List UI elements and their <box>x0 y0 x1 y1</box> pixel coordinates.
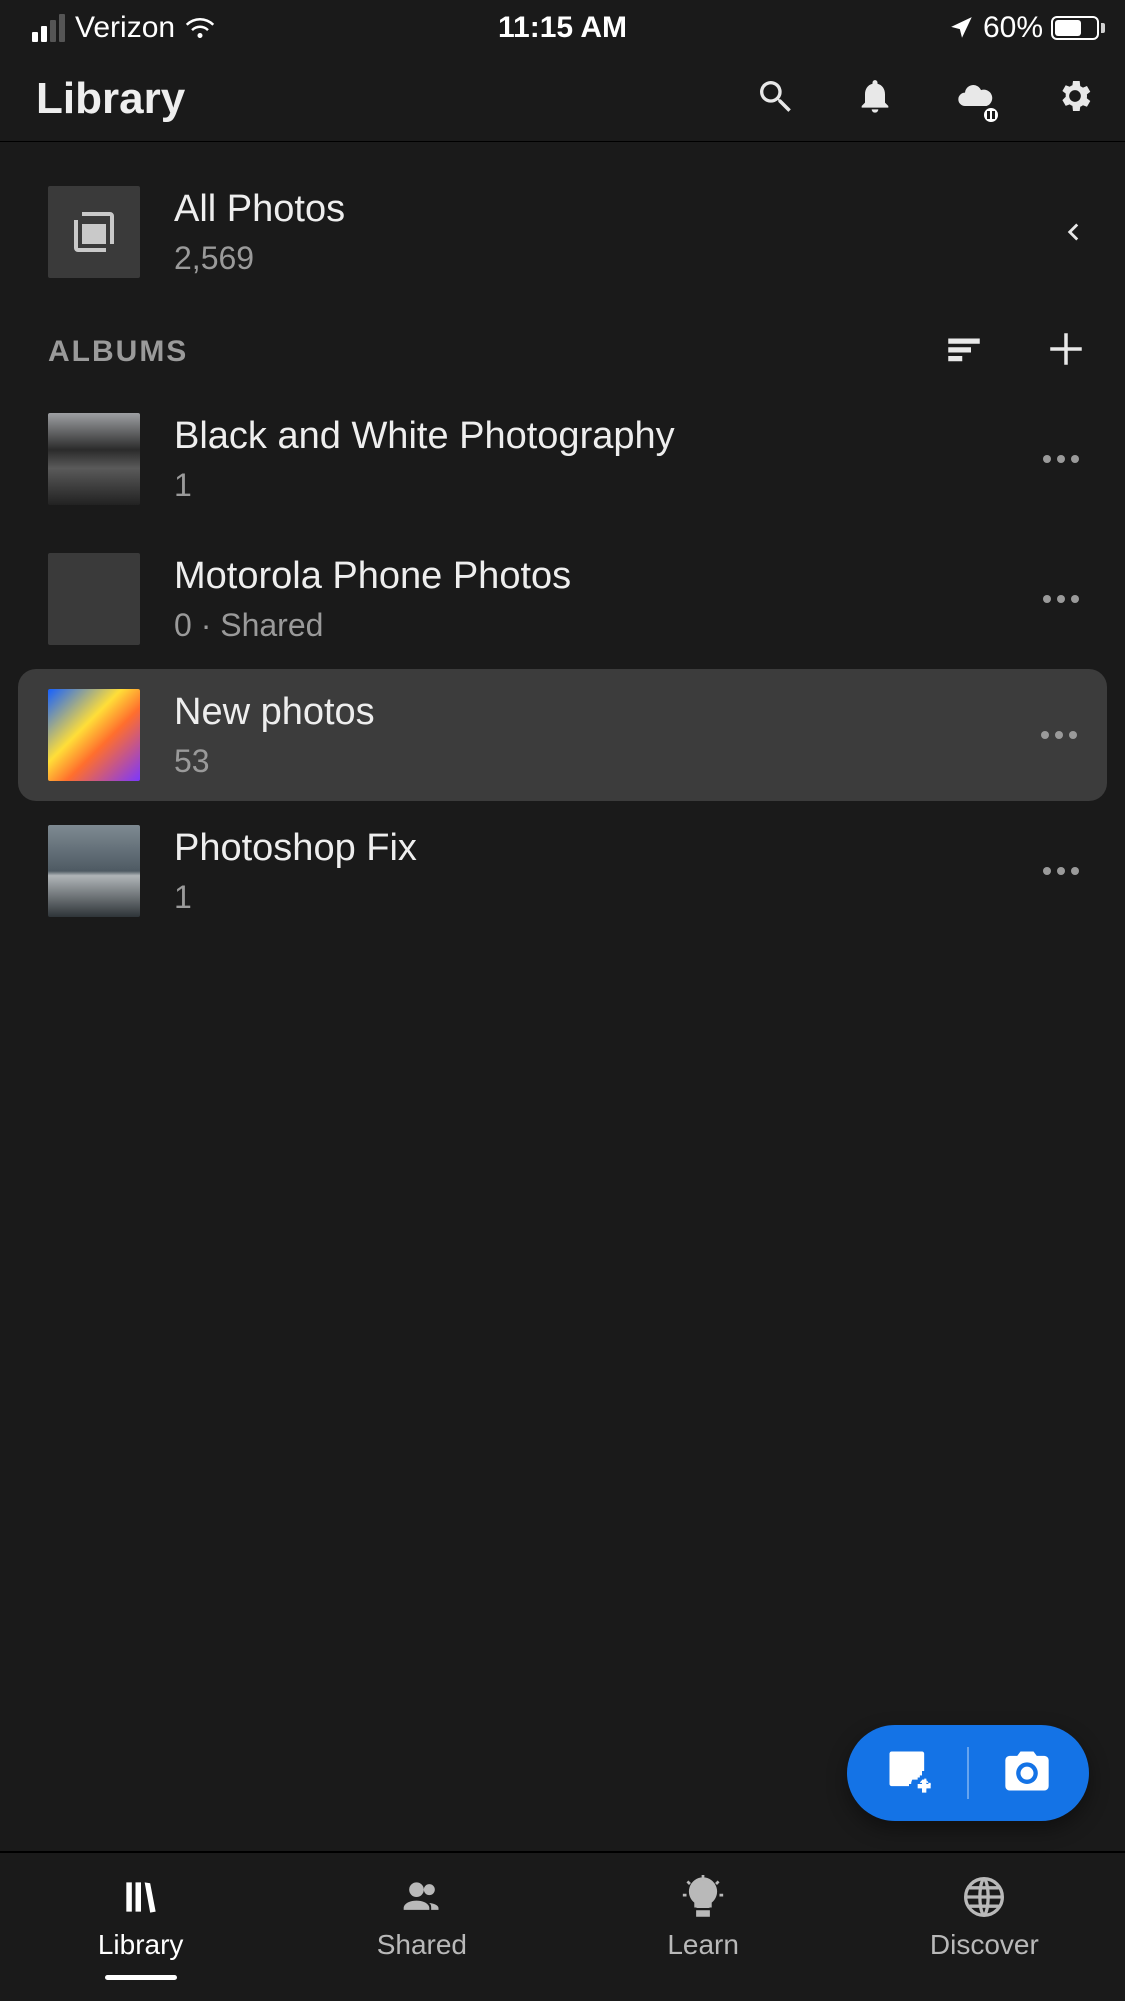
album-thumb <box>48 553 140 645</box>
bell-icon <box>855 76 895 116</box>
people-icon <box>400 1875 444 1919</box>
search-button[interactable] <box>755 76 795 121</box>
pause-badge-icon <box>981 105 1001 125</box>
gear-icon <box>1055 76 1095 116</box>
album-subtitle: 53 <box>174 743 1031 780</box>
battery-icon <box>1051 16 1105 40</box>
tab-label: Shared <box>377 1929 467 1961</box>
wifi-icon <box>185 13 215 43</box>
album-more-button[interactable] <box>1033 447 1089 471</box>
album-row[interactable]: Black and White Photography 1 <box>0 389 1125 529</box>
image-stack-icon <box>70 208 118 256</box>
all-photos-thumb <box>48 186 140 278</box>
carrier-label: Verizon <box>75 11 175 45</box>
album-more-button[interactable] <box>1033 859 1089 883</box>
album-title: New photos <box>174 690 1031 736</box>
tab-learn[interactable]: Learn <box>563 1853 844 2001</box>
album-thumb <box>48 689 140 781</box>
album-title: Black and White Photography <box>174 414 1033 460</box>
albums-section-header: ALBUMS <box>0 314 1125 389</box>
all-photos-title: All Photos <box>174 187 1055 233</box>
tab-underline <box>105 1975 177 1980</box>
tab-shared[interactable]: Shared <box>281 1853 562 2001</box>
import-from-gallery-button[interactable] <box>883 1745 935 1802</box>
album-subtitle: 0 · Shared <box>174 607 1033 644</box>
tab-label: Discover <box>930 1929 1039 1961</box>
lightbulb-icon <box>681 1875 725 1919</box>
album-subtitle: 1 <box>174 879 1033 916</box>
sort-button[interactable] <box>943 328 985 375</box>
album-thumb <box>48 413 140 505</box>
album-more-button[interactable] <box>1033 587 1089 611</box>
clock: 11:15 AM <box>498 11 627 45</box>
album-row[interactable]: Photoshop Fix 1 <box>0 801 1125 941</box>
all-photos-row[interactable]: All Photos 2,569 <box>0 142 1125 314</box>
library-icon <box>119 1875 163 1919</box>
location-icon <box>949 15 975 41</box>
sort-icon <box>943 328 985 370</box>
battery-pct: 60% <box>983 11 1043 45</box>
tab-discover[interactable]: Discover <box>844 1853 1125 2001</box>
cloud-sync-button[interactable] <box>955 76 995 121</box>
camera-icon <box>1001 1745 1053 1797</box>
album-more-button[interactable] <box>1031 723 1087 747</box>
notifications-button[interactable] <box>855 76 895 121</box>
globe-icon <box>962 1875 1006 1919</box>
fab-divider <box>967 1747 969 1799</box>
chevron-left-icon <box>1055 215 1089 249</box>
image-plus-icon <box>883 1745 935 1797</box>
album-title: Photoshop Fix <box>174 826 1033 872</box>
add-album-button[interactable] <box>1045 328 1087 375</box>
album-subtitle: 1 <box>174 467 1033 504</box>
all-photos-chevron[interactable] <box>1055 215 1089 249</box>
all-photos-count: 2,569 <box>174 240 1055 277</box>
tab-label: Learn <box>667 1929 739 1961</box>
album-row-selected[interactable]: New photos 53 <box>18 669 1107 801</box>
album-row[interactable]: Motorola Phone Photos 0 · Shared <box>0 529 1125 669</box>
tab-bar: Library Shared Learn Discover <box>0 1851 1125 2001</box>
app-header: Library <box>0 56 1125 142</box>
add-photos-fab <box>847 1725 1089 1821</box>
capture-camera-button[interactable] <box>1001 1745 1053 1802</box>
status-bar: Verizon 11:15 AM 60% <box>0 0 1125 56</box>
albums-section-title: ALBUMS <box>48 335 188 369</box>
search-icon <box>755 76 795 116</box>
tab-library[interactable]: Library <box>0 1853 281 2001</box>
signal-icon <box>32 14 65 42</box>
page-title: Library <box>36 74 185 124</box>
plus-icon <box>1045 328 1087 370</box>
album-thumb <box>48 825 140 917</box>
settings-button[interactable] <box>1055 76 1095 121</box>
status-left: Verizon <box>32 11 215 45</box>
tab-label: Library <box>98 1929 184 1961</box>
status-right: 60% <box>949 11 1105 45</box>
album-title: Motorola Phone Photos <box>174 554 1033 600</box>
